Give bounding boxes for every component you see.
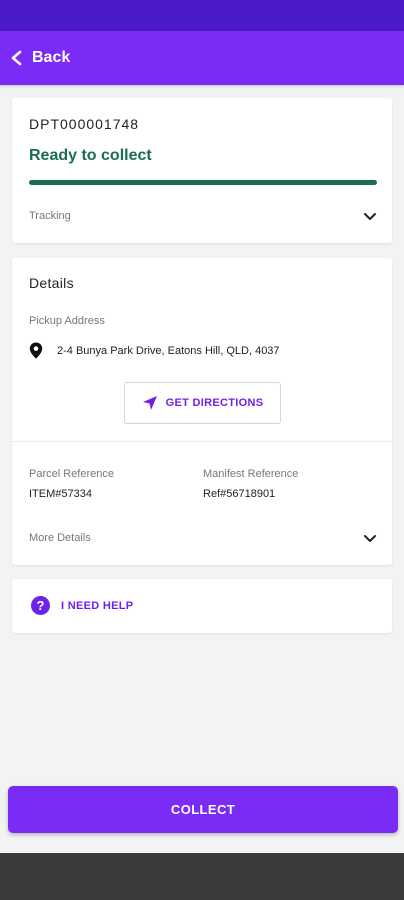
status-bar [0, 0, 404, 31]
more-details-toggle[interactable]: More Details [29, 528, 377, 548]
pickup-address: 2-4 Bunya Park Drive, Eatons Hill, QLD, … [29, 342, 280, 359]
status-progress-fill [29, 180, 377, 185]
manifest-reference-label: Manifest Reference [203, 468, 299, 480]
manifest-reference-value: Ref#56718901 [203, 488, 276, 500]
divider [12, 441, 392, 442]
system-navigation-bar [0, 853, 404, 900]
address-text: 2-4 Bunya Park Drive, Eatons Hill, QLD, … [57, 344, 280, 357]
details-card: Details Pickup Address 2-4 Bunya Park Dr… [12, 258, 392, 565]
chevron-down-icon [364, 534, 376, 542]
help-card: ? I NEED HELP [12, 579, 392, 633]
help-circle-icon: ? [31, 596, 50, 615]
details-title: Details [29, 275, 74, 291]
pickup-address-label: Pickup Address [29, 315, 105, 327]
location-pin-icon [29, 342, 43, 359]
chevron-left-icon [11, 50, 22, 66]
parcel-reference-label: Parcel Reference [29, 468, 114, 480]
parcel-status-card: DPT000001748 Ready to collect Tracking [12, 98, 392, 243]
collect-label: COLLECT [170, 802, 236, 817]
tracking-label: Tracking [29, 210, 71, 222]
parcel-reference-value: ITEM#57334 [29, 488, 92, 500]
get-directions-button[interactable]: GET DIRECTIONS [124, 382, 281, 424]
status-progress-bar [29, 180, 377, 185]
tracking-toggle[interactable]: Tracking [29, 206, 377, 226]
consignment-id: DPT000001748 [29, 116, 140, 132]
app-bar: Back [0, 31, 404, 85]
collect-button[interactable]: COLLECT [8, 786, 398, 833]
back-label: Back [32, 49, 71, 66]
need-help-button[interactable]: ? I NEED HELP [31, 596, 133, 615]
chevron-down-icon [364, 212, 376, 220]
get-directions-label: GET DIRECTIONS [165, 397, 264, 409]
back-button[interactable]: Back [10, 49, 70, 67]
need-help-label: I NEED HELP [61, 599, 134, 612]
more-details-label: More Details [29, 532, 91, 544]
parcel-status: Ready to collect [29, 147, 152, 164]
navigation-arrow-icon [142, 396, 157, 410]
